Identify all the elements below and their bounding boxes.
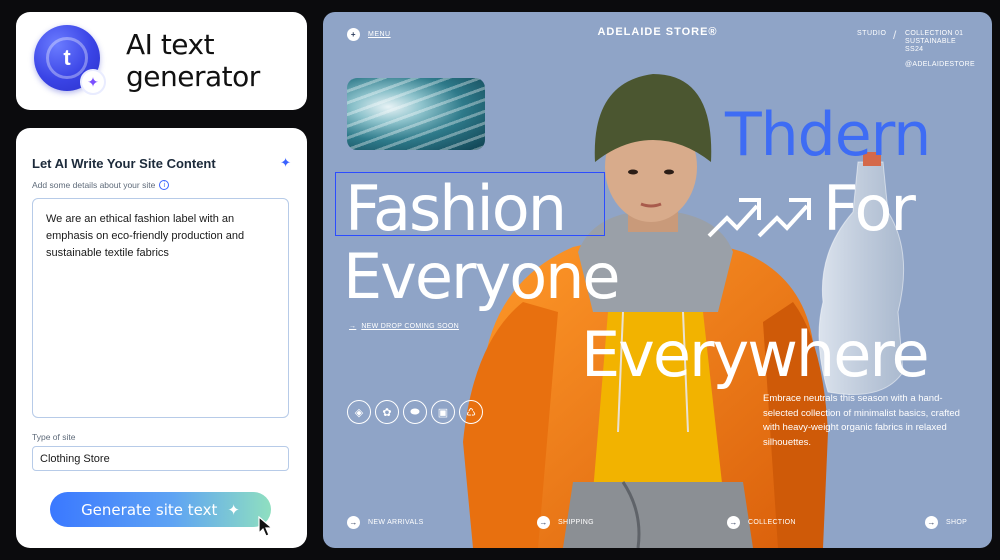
- sparkle-icon: ✦: [80, 69, 106, 95]
- nav-label: NEW ARRIVALS: [368, 519, 424, 526]
- recycle-icon: ♺: [459, 400, 483, 424]
- type-of-site-label: Type of site: [32, 432, 76, 442]
- collection-line: SUSTAINABLE: [905, 38, 957, 45]
- brand-title: AI text generator: [126, 28, 260, 93]
- nav-new-arrivals[interactable]: → NEW ARRIVALS: [347, 516, 424, 529]
- nav-shipping[interactable]: → SHIPPING: [537, 516, 594, 529]
- collection-line: SS24: [905, 46, 924, 53]
- nav-label: SHIPPING: [558, 519, 594, 526]
- nav-label: COLLECTION: [748, 519, 796, 526]
- site-description-textarea[interactable]: We are an ethical fashion label with an …: [32, 198, 289, 418]
- flower-icon: ✿: [375, 400, 399, 424]
- collection-blurb: Embrace neutrals this season with a hand…: [763, 393, 960, 448]
- hero-top-nav: + MENU ADELAIDE STORE® STUDIO / COLLECTI…: [323, 12, 992, 72]
- fish-icon: ⬬: [403, 400, 427, 424]
- arrow-right-icon: →: [537, 516, 550, 529]
- hero-bottom-nav: → NEW ARRIVALS → SHIPPING → COLLECTION →…: [323, 516, 992, 536]
- ai-write-form: Let AI Write Your Site Content ✦ Add som…: [16, 128, 307, 548]
- nav-collection[interactable]: → COLLECTION: [727, 516, 796, 529]
- arrow-right-icon: →: [925, 516, 938, 529]
- new-drop-link[interactable]: → NEW DROP COMING SOON: [349, 323, 459, 330]
- arrow-right-icon: →: [727, 516, 740, 529]
- generate-button-label: Generate site text: [81, 500, 218, 519]
- headline-word-thdern: Thdern: [725, 100, 931, 170]
- nav-label: SHOP: [946, 519, 968, 526]
- hero-panel: + MENU ADELAIDE STORE® STUDIO / COLLECTI…: [323, 12, 992, 548]
- ocean-wave-image: [347, 78, 485, 150]
- stage: t ✦ AI text generator Let AI Write Your …: [0, 0, 1000, 560]
- type-of-site-input[interactable]: [32, 446, 289, 471]
- social-handle[interactable]: @ADELAIDESTORE: [905, 61, 975, 68]
- form-header: Let AI Write Your Site Content ✦: [32, 155, 291, 171]
- studio-link[interactable]: STUDIO: [857, 30, 886, 37]
- app-logo: t ✦: [34, 25, 106, 97]
- info-icon[interactable]: i: [159, 180, 170, 190]
- diamond-pattern-icon: ◈: [347, 400, 371, 424]
- sustainability-badges: ◈ ✿ ⬬ ▣ ♺: [347, 400, 483, 424]
- form-subtitle-text: Add some details about your site: [32, 180, 156, 190]
- arrow-up-right-icon: [707, 198, 811, 238]
- headline-word-fashion[interactable]: Fashion: [345, 172, 567, 245]
- square-icon: ▣: [431, 400, 455, 424]
- headline-word-everyone: Everyone: [343, 240, 621, 313]
- divider-slash: /: [893, 28, 897, 42]
- headline-word-for: For: [823, 172, 916, 245]
- form-subtitle: Add some details about your site i: [32, 180, 170, 190]
- arrow-right-icon: →: [347, 516, 360, 529]
- form-title: Let AI Write Your Site Content: [32, 155, 216, 171]
- arrow-right-icon: →: [349, 323, 357, 330]
- collection-line: COLLECTION 01: [905, 30, 964, 37]
- store-name: ADELAIDE STORE®: [597, 26, 718, 38]
- collection-info: COLLECTION 01 SUSTAINABLE SS24: [905, 30, 963, 54]
- brand-card: t ✦ AI text generator: [16, 12, 307, 110]
- nav-shop[interactable]: → SHOP: [925, 516, 967, 529]
- headline-word-everywhere: Everywhere: [581, 318, 930, 391]
- generate-site-text-button[interactable]: Generate site text ✦: [50, 492, 271, 527]
- new-drop-label: NEW DROP COMING SOON: [361, 323, 459, 330]
- sparkle-icon: ✦: [280, 155, 291, 170]
- sparkle-icon: ✦: [227, 500, 240, 519]
